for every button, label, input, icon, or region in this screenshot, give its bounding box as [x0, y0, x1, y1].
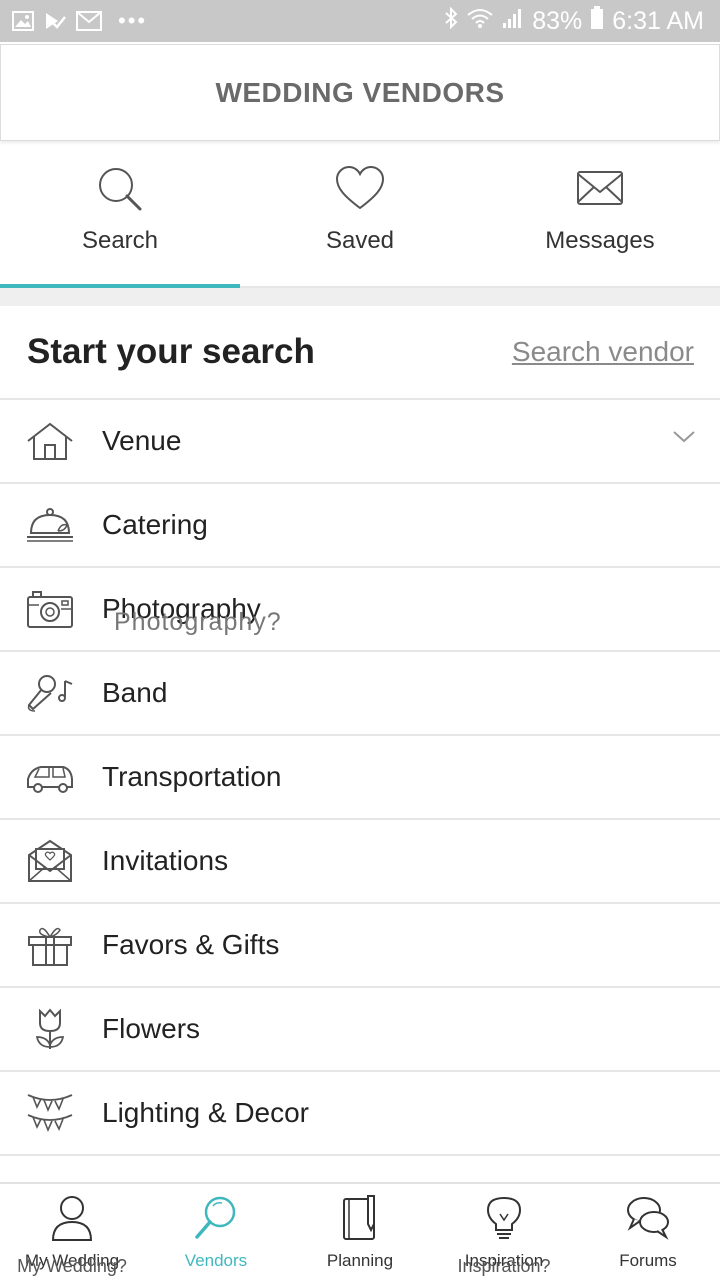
section-title: Start your search	[27, 332, 315, 371]
category-photography[interactable]: Photography Photography?	[0, 568, 720, 652]
tab-saved[interactable]: Saved	[240, 142, 480, 286]
lightbulb-icon	[480, 1194, 528, 1247]
photography-hint-text: Photography?	[114, 608, 282, 636]
page-title: WEDDING VENDORS	[215, 76, 505, 108]
search-vendor-link[interactable]: Search vendor	[512, 336, 694, 368]
category-invitations[interactable]: Invitations	[0, 820, 720, 904]
wifi-icon	[466, 7, 494, 36]
category-label: Band	[102, 677, 168, 708]
gift-icon	[24, 923, 76, 967]
nav-my-wedding[interactable]: My Wedding My Wedding?	[0, 1184, 144, 1282]
category-favors-gifts[interactable]: Favors & Gifts	[0, 904, 720, 988]
category-label: Venue	[102, 425, 182, 456]
category-flowers[interactable]: Flowers	[0, 988, 720, 1072]
battery-percent: 83%	[532, 6, 583, 35]
tab-messages[interactable]: Messages	[480, 142, 720, 286]
vendor-tabs: Search Saved Messages	[0, 142, 720, 288]
camera-icon	[24, 587, 76, 631]
tab-search-label: Search	[81, 227, 159, 254]
nav-inspiration[interactable]: Inspiration Inspiration?	[432, 1184, 576, 1282]
tab-saved-label: Saved	[325, 227, 395, 254]
category-label: Favors & Gifts	[102, 929, 280, 960]
category-label: Catering	[102, 509, 208, 540]
inspiration-hint-text: Inspiration?	[457, 1256, 551, 1276]
car-icon	[24, 755, 76, 799]
category-label: Transportation	[102, 761, 282, 792]
search-header: Start your search Search vendor	[0, 306, 720, 400]
category-label: Lighting & Decor	[102, 1097, 310, 1128]
microphone-icon	[24, 671, 76, 715]
invitation-icon	[24, 839, 76, 883]
tab-messages-label: Messages	[545, 227, 655, 254]
nav-forums[interactable]: Forums	[576, 1184, 720, 1282]
app-header: WEDDING VENDORS	[0, 44, 720, 141]
envelope-icon	[574, 164, 626, 219]
search-icon	[94, 164, 146, 219]
section-divider	[0, 288, 720, 306]
heart-icon	[334, 164, 386, 219]
chat-bubbles-icon	[624, 1194, 672, 1247]
nav-label: Planning	[326, 1251, 394, 1270]
clock: 6:31 AM	[612, 6, 704, 35]
cloche-icon	[24, 503, 76, 547]
chevron-down-icon[interactable]	[672, 430, 696, 449]
checkmark-icon	[44, 11, 66, 31]
category-transportation[interactable]: Transportation	[0, 736, 720, 820]
nav-label: Forums	[619, 1251, 677, 1270]
more-dots-icon: •••	[118, 8, 148, 33]
person-icon	[48, 1194, 96, 1247]
bunting-icon	[24, 1091, 76, 1135]
nav-vendors[interactable]: Vendors	[144, 1184, 288, 1282]
nav-planning[interactable]: Planning	[288, 1184, 432, 1282]
battery-icon	[590, 5, 604, 37]
bluetooth-icon	[444, 6, 458, 36]
tulip-icon	[24, 1007, 76, 1051]
category-venue[interactable]: Venue	[0, 400, 720, 484]
magnifier-icon	[192, 1194, 240, 1247]
category-lighting-decor[interactable]: Lighting & Decor	[0, 1072, 720, 1156]
signal-icon	[502, 7, 524, 36]
category-label: Invitations	[102, 845, 229, 876]
my-wedding-hint-text: My Wedding?	[17, 1256, 127, 1276]
tab-search[interactable]: Search	[0, 142, 240, 288]
category-catering[interactable]: Catering	[0, 484, 720, 568]
house-icon	[24, 419, 76, 463]
mail-icon	[76, 11, 102, 31]
status-bar: ••• 83% 6:31 AM	[0, 0, 720, 42]
category-list: Venue Catering Photography Photography? …	[0, 400, 720, 1156]
notebook-icon	[336, 1194, 384, 1247]
category-label: Flowers	[102, 1013, 201, 1044]
nav-label: Vendors	[184, 1251, 248, 1270]
image-icon	[12, 11, 34, 31]
bottom-navigation: My Wedding My Wedding? Vendors Planning …	[0, 1182, 720, 1282]
category-band[interactable]: Band	[0, 652, 720, 736]
